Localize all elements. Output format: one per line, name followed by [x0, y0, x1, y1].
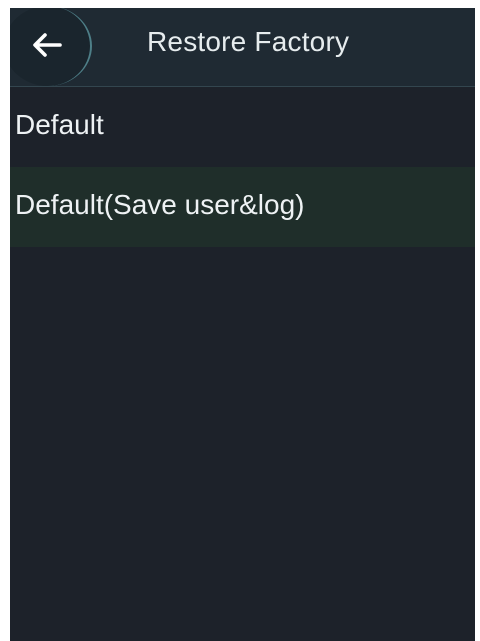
- back-button[interactable]: [10, 8, 92, 86]
- menu-item-label: Default: [15, 109, 104, 140]
- menu-item-default-save-user-log[interactable]: Default(Save user&log): [10, 167, 475, 247]
- device-screen: Restore Factory Default Default(Save use…: [10, 8, 475, 641]
- menu-item-label: Default(Save user&log): [15, 189, 305, 220]
- menu-list: Default Default(Save user&log): [10, 87, 475, 247]
- header-bar: Restore Factory: [10, 8, 475, 87]
- arrow-left-icon: [33, 33, 62, 57]
- page-title: Restore Factory: [147, 26, 350, 57]
- menu-item-default[interactable]: Default: [10, 87, 475, 167]
